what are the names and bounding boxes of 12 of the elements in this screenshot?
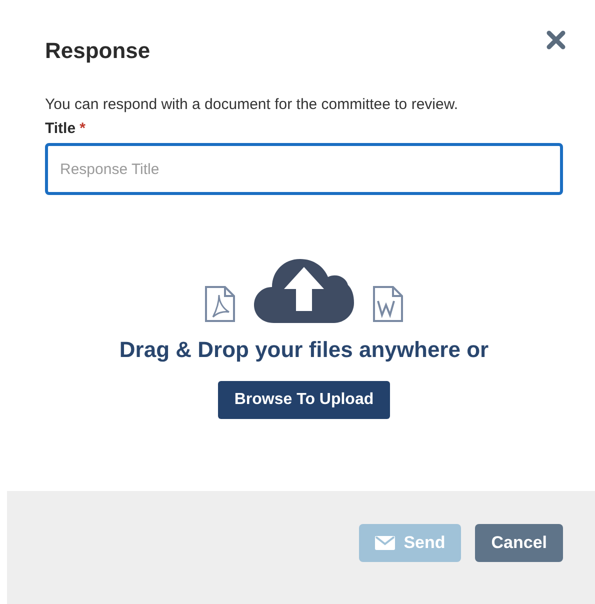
pdf-file-icon <box>204 285 236 323</box>
required-mark: * <box>80 120 86 137</box>
word-file-icon <box>372 285 404 323</box>
field-label: Title <box>45 120 76 137</box>
title-input-field[interactable]: Response Title <box>45 143 563 195</box>
drop-prompt-text: Drag & Drop your files anywhere or <box>119 337 489 363</box>
browse-button[interactable]: Browse To Upload <box>218 381 390 419</box>
intro-text: You can respond with a document for the committee to review. <box>45 96 460 113</box>
envelope-icon <box>374 536 395 550</box>
close-icon[interactable] <box>546 30 566 50</box>
dialog-title: Response <box>45 38 150 64</box>
cancel-button[interactable]: Cancel <box>475 524 563 562</box>
